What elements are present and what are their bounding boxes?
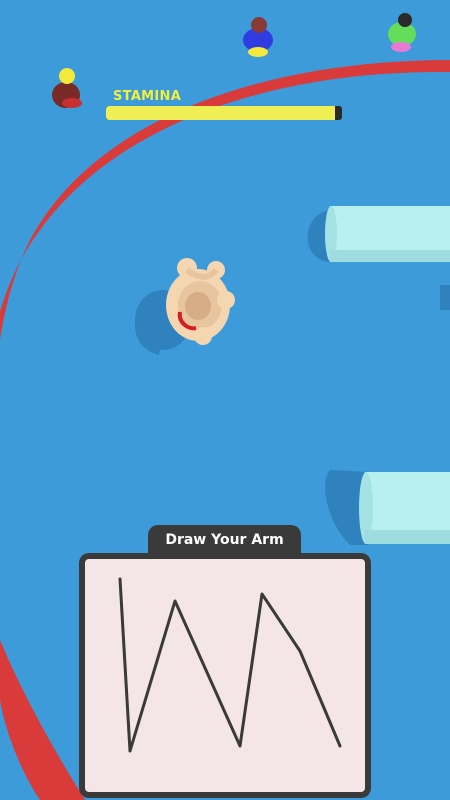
pillar-lower (325, 470, 450, 545)
draw-panel-title: Draw Your Arm (165, 532, 284, 548)
pillar-upper (307, 206, 450, 262)
stamina-label: STAMINA (113, 89, 182, 104)
drawn-arm-line (118, 577, 342, 753)
draw-pad-stroke-layer (118, 577, 342, 753)
stamina-bar (106, 106, 342, 120)
draw-pad-canvas[interactable] (85, 559, 365, 792)
stamina-bar-fill (106, 106, 335, 120)
pillar-stub (440, 285, 450, 310)
